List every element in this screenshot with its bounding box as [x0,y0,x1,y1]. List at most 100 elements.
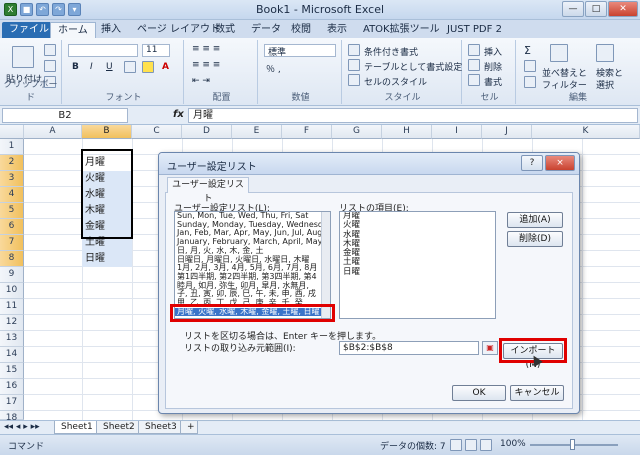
page-break-view-icon[interactable] [480,439,492,451]
row-header[interactable]: 7 [0,235,24,251]
cell-b8[interactable]: 日曜 [82,251,132,267]
column-header[interactable]: E [232,125,282,139]
tab-home[interactable]: ホーム [50,22,96,38]
formula-input[interactable]: 月曜 [188,108,638,123]
sheet-tab-2[interactable]: Sheet2 [96,421,142,434]
tab-formulas[interactable]: 数式 [208,22,242,38]
font-size-combo[interactable]: 11 [142,44,170,57]
currency-icon[interactable]: ％ , [266,62,281,75]
font-name-combo[interactable] [68,44,138,57]
clear-icon[interactable] [524,76,536,88]
minimize-button[interactable]: — [562,1,584,17]
tab-custom-lists[interactable]: ユーザー設定リスト [167,177,249,204]
ok-button[interactable]: OK [452,385,506,401]
row-header[interactable]: 5 [0,203,24,219]
row-header[interactable]: 13 [0,331,24,347]
tab-insert[interactable]: 挿入 [94,22,128,38]
row-header[interactable]: 10 [0,283,24,299]
font-color-icon[interactable]: A [162,62,169,72]
zoom-level[interactable]: 100% [500,439,526,449]
column-header[interactable]: H [382,125,432,139]
cut-icon[interactable] [44,44,56,56]
format-cells-button[interactable]: 書式 [484,75,502,88]
format-as-table-button[interactable]: テーブルとして書式設定 [364,60,462,73]
import-range-input[interactable]: $B$2:$B$8 [339,341,479,355]
range-select-icon[interactable]: ▣ [482,341,498,355]
column-header[interactable]: B [82,125,132,139]
list-entries-box[interactable]: 月曜 火曜 水曜 木曜 金曜 土曜 日曜 [339,211,496,319]
row-header[interactable]: 1 [0,139,24,155]
row-header[interactable]: 12 [0,315,24,331]
italic-icon[interactable]: I [90,62,93,72]
sort-filter-icon[interactable] [550,44,568,62]
sheet-tab-1[interactable]: Sheet1 [54,421,100,434]
custom-lists-listbox[interactable]: Sun, Mon, Tue, Wed, Thu, Fri, Sat Sunday… [174,211,331,319]
autosum-icon[interactable]: Σ [524,44,531,57]
page-layout-view-icon[interactable] [465,439,477,451]
sheet-nav-icon[interactable]: ◂◂ ◂ ▸ ▸▸ [4,422,40,432]
tab-just-pdf[interactable]: JUST PDF 2 [440,22,509,38]
row-header[interactable]: 8 [0,251,24,267]
indent-icon[interactable]: ⇤ ⇥ [192,76,210,86]
row-header[interactable]: 15 [0,363,24,379]
row-header[interactable]: 11 [0,299,24,315]
row-header[interactable]: 16 [0,379,24,395]
paste-icon[interactable] [12,46,34,68]
column-header[interactable]: D [182,125,232,139]
conditional-format-button[interactable]: 条件付き書式 [364,45,418,58]
copy-icon[interactable] [44,60,56,72]
column-header[interactable]: J [482,125,532,139]
sheet-tab-bar: ◂◂ ◂ ▸ ▸▸ Sheet1 Sheet2 Sheet3 + [0,420,640,434]
column-header[interactable]: F [282,125,332,139]
name-box[interactable]: B2 [2,108,128,123]
row-header[interactable]: 14 [0,347,24,363]
dialog-close-button[interactable]: × [545,155,575,171]
row-header[interactable]: 6 [0,219,24,235]
clipboard-group-label: クリップボード [3,80,58,103]
row-header[interactable]: 9 [0,267,24,283]
group-styles: 条件付き書式 テーブルとして書式設定 セルのスタイル スタイル [344,40,462,104]
align-left-icon[interactable]: ≡ ≡ ≡ [192,60,220,70]
row-header[interactable]: 4 [0,187,24,203]
border-icon[interactable] [124,61,136,73]
cancel-button[interactable]: キャンセル [510,385,564,401]
maximize-button[interactable]: □ [585,1,607,17]
tab-view[interactable]: 表示 [320,22,354,38]
tab-review[interactable]: 校閲 [284,22,318,38]
row-header[interactable]: 17 [0,395,24,411]
delete-button[interactable]: 削除(D) [507,231,563,247]
zoom-slider-thumb[interactable] [570,439,575,450]
tab-file[interactable]: ファイル [2,22,56,38]
cell-styles-button[interactable]: セルのスタイル [364,75,427,88]
insert-cells-button[interactable]: 挿入 [484,45,502,58]
fill-icon[interactable] [524,60,536,72]
column-header[interactable]: A [24,125,82,139]
insert-function-icon[interactable]: fx [173,109,184,120]
underline-icon[interactable]: U [106,62,113,72]
tab-atok[interactable]: ATOK拡張ツール [356,22,447,38]
select-all-corner[interactable] [0,125,24,139]
listbox-scrollbar[interactable] [321,212,330,318]
help-button[interactable]: ? [521,155,543,171]
add-button[interactable]: 追加(A) [507,212,563,228]
row-header[interactable]: 2 [0,155,24,171]
new-sheet-icon[interactable]: + [180,421,198,434]
bold-icon[interactable]: B [72,62,79,72]
column-header[interactable]: K [532,125,640,139]
entry-item: 木曜 [343,238,361,249]
row-header[interactable]: 3 [0,171,24,187]
sheet-tab-3[interactable]: Sheet3 [138,421,184,434]
align-top-icon[interactable]: ≡ ≡ ≡ [192,44,220,54]
close-button[interactable]: ✕ [608,1,638,17]
column-header[interactable]: I [432,125,482,139]
row-header[interactable]: 18 [0,411,24,423]
entry-item: 火曜 [343,220,361,231]
fill-color-icon[interactable] [142,61,154,73]
column-header[interactable]: C [132,125,182,139]
tab-data[interactable]: データ [244,22,288,38]
number-format-combo[interactable]: 標準 [264,44,336,58]
column-header[interactable]: G [332,125,382,139]
find-select-icon[interactable] [596,44,614,62]
normal-view-icon[interactable] [450,439,462,451]
delete-cells-button[interactable]: 削除 [484,60,502,73]
